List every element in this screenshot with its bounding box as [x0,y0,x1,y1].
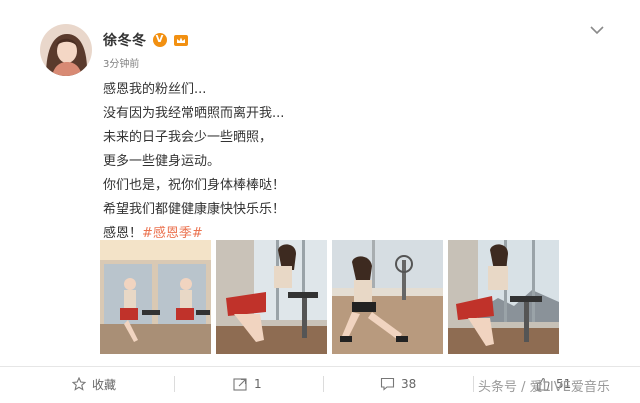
weibo-post-card: 徐冬冬 V 3分钟前 感恩我的粉丝们... 没有因为我经常晒照而离开我... 未… [0,0,640,403]
comment-icon [380,377,395,391]
photo-thumbnail-3[interactable] [332,240,443,354]
post-text-line: 你们也是，祝你们身体棒棒哒！ [103,178,286,193]
chevron-down-icon[interactable] [589,23,605,37]
action-bar: 收藏 1 38 51 [0,366,640,401]
photo-thumbnail-1[interactable] [100,240,211,354]
author-row: 徐冬冬 V [103,30,189,50]
share-icon [233,378,247,391]
avatar[interactable] [40,24,92,76]
action-divider [473,376,474,392]
member-crown-icon [173,35,188,46]
photo-thumbnail-4[interactable] [448,240,559,354]
post-text-prefix: 感恩！ [103,226,143,241]
favorite-button[interactable]: 收藏 [72,374,116,394]
photo-grid [100,240,559,354]
post-text-line: 更多一些健身运动。 [103,154,221,169]
repost-count: 1 [254,377,262,391]
thumbs-up-icon [536,377,550,391]
verified-badge-icon: V [152,33,167,47]
post-text: 感恩我的粉丝们... 没有因为我经常晒照而离开我... 未来的日子我会少一些晒照… [103,78,523,246]
favorite-label: 收藏 [92,377,117,392]
action-divider [323,376,324,392]
repost-button[interactable]: 1 [233,374,262,394]
comment-button[interactable]: 38 [380,374,416,394]
like-button[interactable]: 51 [536,374,571,394]
post-text-line: 感恩我的粉丝们... [103,82,207,97]
post-text-line: 希望我们都健健康康快快乐乐！ [103,202,286,217]
comment-count: 38 [401,377,417,391]
post-text-line: 未来的日子我会少一些晒照， [103,130,273,145]
username[interactable]: 徐冬冬 [103,30,147,50]
star-icon [72,377,86,391]
action-divider [174,376,175,392]
hashtag-link[interactable]: #感恩季# [142,226,203,241]
post-timestamp[interactable]: 3分钟前 [103,55,139,70]
post-text-line: 没有因为我经常晒照而离开我... [103,106,285,121]
like-count: 51 [556,377,572,391]
photo-thumbnail-2[interactable] [216,240,327,354]
